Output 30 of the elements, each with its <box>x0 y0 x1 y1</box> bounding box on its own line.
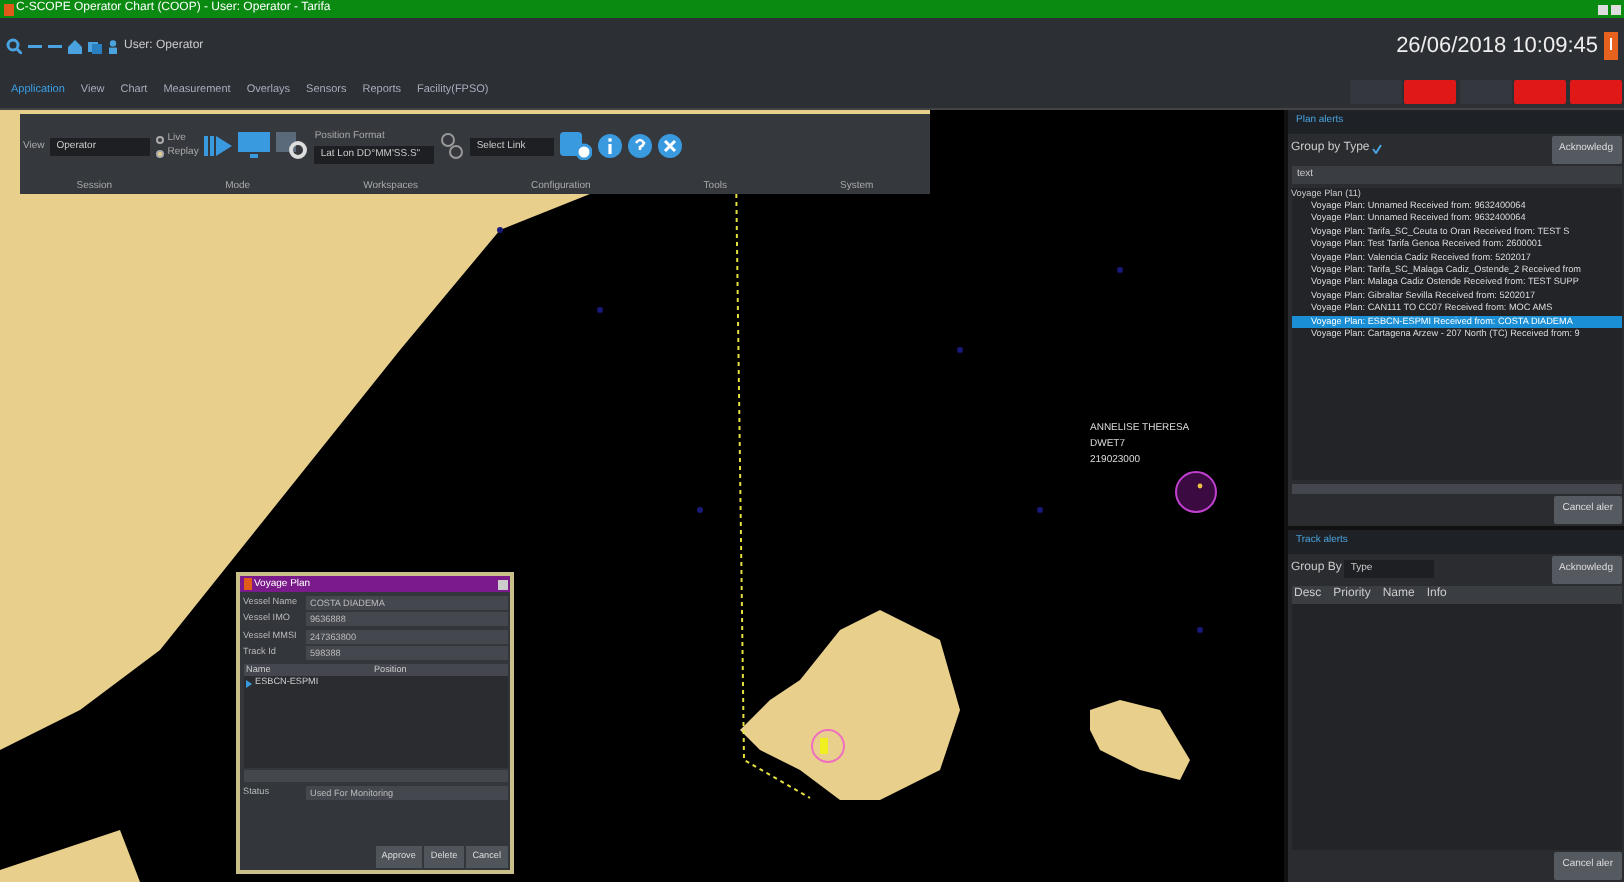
home-icon[interactable] <box>68 39 82 53</box>
island <box>1090 700 1190 780</box>
app-icon <box>243 578 251 590</box>
layers-icon[interactable] <box>88 39 102 53</box>
close-icon[interactable] <box>497 579 507 589</box>
date-time: 26/06/2018 10:09:45 <box>1396 31 1598 62</box>
scrollbar[interactable] <box>1291 483 1621 493</box>
expand-icon[interactable] <box>246 679 252 688</box>
user-icon <box>108 39 118 53</box>
info-icon[interactable] <box>598 134 623 159</box>
status-indicator[interactable] <box>1404 79 1456 103</box>
alert-icon[interactable] <box>1604 32 1618 60</box>
app-icon <box>3 3 13 15</box>
play-icon[interactable] <box>204 134 233 159</box>
help-icon[interactable] <box>628 134 653 159</box>
radio-button[interactable] <box>156 150 165 158</box>
gear-icon[interactable] <box>276 132 309 161</box>
scrollbar[interactable] <box>243 770 507 782</box>
radio-button[interactable] <box>156 135 165 143</box>
vessel-marker[interactable] <box>1175 471 1217 513</box>
status-indicator[interactable] <box>1514 79 1566 103</box>
search-icon[interactable] <box>6 38 22 54</box>
close-icon[interactable] <box>658 134 683 159</box>
checkbox-icon[interactable] <box>1372 144 1383 155</box>
land-mass <box>0 830 140 882</box>
status-indicator[interactable] <box>1569 79 1621 103</box>
database-gear-icon[interactable] <box>560 132 593 161</box>
vessel-marker[interactable] <box>811 729 845 763</box>
window-controls-icon[interactable] <box>1597 3 1621 15</box>
monitor-icon[interactable] <box>238 132 271 161</box>
